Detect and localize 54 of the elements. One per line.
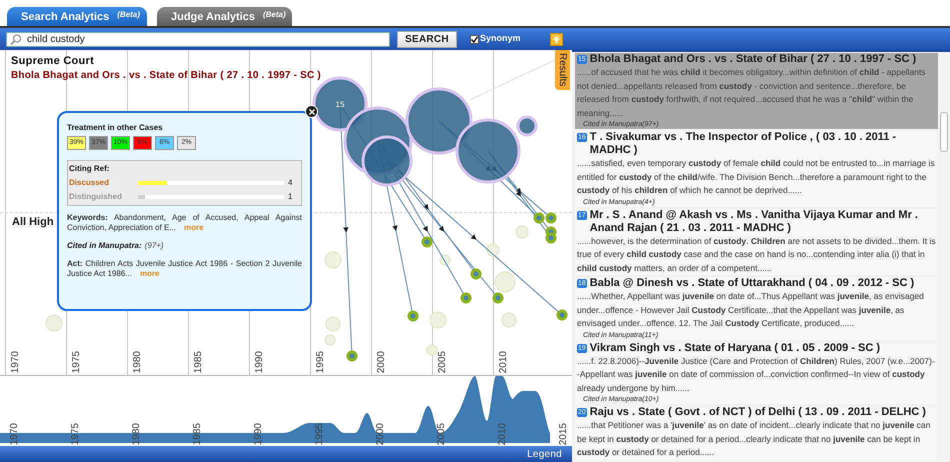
year-label: 2000 [374,422,387,445]
synonym-label: Synonym [480,32,521,46]
result-snippet: ......Whether, Appellant was juvenile on date of...Thus Appellant was juvenile, as envisaged under...offence - However Jail Custody Certificate...that the Appellant was juvenile, as envisaged under...offence. 12. The Jail Custody Certificate, produced...... [577,290,925,330]
beta-label: (Beta) [117,10,140,20]
court-label: Supreme Court [11,54,96,69]
result-snippet: ......however, is the determination of custody. Children are not assets to be divided...them. It is true of every child custody case and the case on hand is no...contending inter alia (i) that in child custody matters, an order of a competent...... [577,234,936,275]
act-text: Act: Children Acts Juvenile Justice Act 1986 - Section 2 Juvenile Justice Act 1986... more [67,259,302,279]
result-title: Raju vs . State ( Govt . of NCT ) of Delhi ( 13 . 09 . 2011 - DELHC ) [590,406,926,419]
year-label: 2010 [497,350,510,373]
year-label: 1985 [191,422,204,445]
case-title: Bhola Bhagat and Ors . vs . State of Bihar ( 27 . 10 . 1997 - SC ) [11,70,321,82]
legend-button[interactable]: Legend [527,446,562,462]
year-label: 1995 [314,350,327,373]
search-button[interactable]: SEARCH [397,30,457,48]
year-label: 2005 [435,422,448,445]
cited-label: Cited in Manupatra: [67,240,142,252]
search-field[interactable]: child custody [6,32,390,46]
year-label: 1985 [192,350,205,373]
result-snippet: ......f. 22.8.2006)--Juvenile Justice (Care and Protection of Children) Rules, 2007 (w.e...2007)--Appellant was juvenile on date of commission of...conviction confirmed--In view of custody already undergone by him...... [577,354,936,395]
year-label: 1990 [252,422,265,445]
year-label: 1970 [9,350,22,373]
year-label: 1995 [313,422,326,445]
result-title: Mr . S . Anand @ Akash vs . Ms . Vanitha Vijaya Kumar and Mr . Anand Rajan ( 21 . 03 . 2011 - MADHC ) [590,208,919,234]
analytics-tab[interactable]: Judge Analytics (Beta) [157,7,292,26]
result-title: Vikram Singh vs . State of Haryana ( 01 . 05 . 2009 - SC ) [590,342,880,354]
result-title: Babla @ Dinesh vs . State of Uttarakhand ( 04 . 09 . 2012 - SC ) [590,277,914,290]
court-label: All High [12,215,54,230]
year-label: 1980 [131,350,144,373]
year-label: 1980 [130,422,143,445]
year-label: 1990 [253,350,266,373]
result-snippet: ......of accused that he was child it becomes obligatory...within definition of child - appellants not denied...appellants released from custody - conviction and sentence...therefore, be released from custody forthwith, if not required...accused that he was a "child" within the meaning...... [577,66,927,120]
result-title: Bhola Bhagat and Ors . vs . State of Bihar ( 27 . 10 . 1997 - SC ) [590,53,916,66]
year-label: 1970 [8,422,21,445]
treatment-title: Treatment in other Cases [67,122,164,134]
cited-count: (97+) [144,240,164,252]
year-label: 2000 [375,350,388,373]
year-label: 1975 [69,422,82,445]
analytics-tab[interactable]: Search Analytics (Beta) [7,7,147,26]
year-label: 2010 [496,422,509,445]
bubble-label: 15 [336,100,344,109]
result-title: T . Sivakumar vs . The Inspector of Police , ( 03 . 10 . 2011 - MADHC ) [590,131,898,157]
year-label: 2015 [557,422,570,445]
beta-label: (Beta) [262,10,286,20]
citing-title: Citing Ref: [69,163,110,175]
year-label: 2005 [436,350,449,373]
citing-count: 4 [288,177,292,189]
citing-label: Distinguished [69,191,123,203]
citing-count: 1 [288,191,292,203]
result-snippet: ......that Petitioner was a 'juvenile' as on date of incident...clearly indicate that no juvenile can be kept in custody or detained for a period...clearly indicate that no juvenile can be kept in custody or detained for a period...... [577,419,932,459]
keywords-text: Keywords: Abandonment, Age of Accused, Appeal Against Conviction, Appreciation of E... more [67,213,302,233]
citing-label: Discussed [69,177,110,189]
result-snippet: ......satisfied, even temporary custody of female child could not be entrusted to...in marriage is entitled for custody of the child/wife. The Division Bench...therefore a paramount right to the custody of his children of which he cannot be deprived...... [577,157,936,197]
results-tab[interactable]: Results [555,50,570,90]
year-label: 1975 [70,350,83,373]
